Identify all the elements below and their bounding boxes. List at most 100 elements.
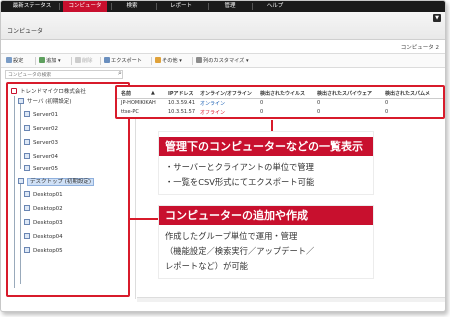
tree-group-label: サーバ (初期設定): [27, 99, 72, 105]
column-header-spyware[interactable]: 検出されたスパイウェア: [317, 90, 372, 97]
tree-group-servers[interactable]: サーバ (初期設定): [18, 97, 72, 105]
tree-item-label: Desktop01: [33, 192, 63, 198]
tab-latest-status[interactable]: 最新ステータス: [9, 1, 55, 12]
search-input[interactable]: [6, 72, 122, 79]
delete-label: 削除: [82, 58, 93, 64]
tree-item-label: Desktop03: [33, 220, 63, 226]
column-header-virus[interactable]: 検出されたウイルス: [260, 90, 305, 97]
cell-spyware: 0: [317, 109, 321, 115]
customize-columns-button[interactable]: 列のカスタマイズ ▾: [196, 57, 249, 64]
callout-title: コンピューターの追加や作成: [159, 206, 373, 225]
organization-icon: [11, 88, 17, 94]
desktop-group-icon: [18, 178, 24, 184]
nav-divider: [111, 3, 112, 10]
column-header-name[interactable]: 名前: [121, 90, 131, 97]
collapse-icon[interactable]: ▼: [433, 14, 441, 22]
desktop-icon: [24, 191, 30, 197]
server-icon: [24, 153, 30, 159]
tree-item-desktop[interactable]: Desktop04: [24, 233, 63, 240]
delete-button[interactable]: 削除: [75, 57, 92, 64]
tab-reports[interactable]: レポート: [161, 1, 201, 12]
pane-divider[interactable]: [135, 119, 136, 299]
tree-item-desktop[interactable]: Desktop01: [24, 191, 63, 198]
search-icon[interactable]: ⌕: [118, 69, 127, 78]
add-label: 追加: [46, 58, 57, 64]
toolbar-divider: [192, 57, 193, 65]
tab-help[interactable]: ヘルプ: [257, 1, 293, 12]
tree-root-label: トレンドマイクロ株式会社: [20, 89, 86, 95]
tree-item-label: Desktop04: [33, 234, 63, 240]
cell-name[interactable]: ttse-PC: [121, 109, 139, 115]
export-button[interactable]: エクスポート: [104, 57, 142, 64]
columns-icon: [196, 57, 202, 63]
other-icon: [155, 57, 161, 63]
tree-item-server[interactable]: Server03: [24, 139, 58, 146]
desktop-icon: [24, 205, 30, 211]
cell-status: オンライン: [200, 101, 226, 107]
add-button[interactable]: 追加 ▾: [39, 57, 61, 64]
desktop-icon: [24, 233, 30, 239]
cell-ip: 10.3.59.41: [168, 100, 196, 106]
column-header-ip[interactable]: IPアドレス: [168, 90, 194, 97]
sort-icon[interactable]: ▲: [151, 90, 155, 96]
cell-status: オフライン: [200, 110, 226, 116]
server-icon: [24, 139, 30, 145]
sub-header: コンピュータ 2: [1, 40, 445, 54]
tree-item-server[interactable]: Server01: [24, 111, 58, 118]
settings-button[interactable]: 設定: [6, 57, 23, 64]
callout-text: 作成したグループ単位で運用・管理: [165, 231, 298, 241]
nav-divider: [59, 3, 60, 10]
export-icon: [104, 57, 110, 63]
tree-root[interactable]: トレンドマイクロ株式会社: [11, 87, 86, 95]
tab-computers[interactable]: コンピュータ: [63, 1, 107, 12]
tree-item-desktop[interactable]: Desktop03: [24, 219, 63, 226]
tree-item-server[interactable]: Server02: [24, 125, 58, 132]
column-header-spam[interactable]: 検出されたスパムメ: [385, 90, 430, 97]
callout-text: ・サーバーとクライアントの単位で管理: [165, 162, 314, 172]
column-header-status[interactable]: オンライン/オフライン: [200, 90, 252, 97]
tree-line: [20, 184, 21, 284]
computer-table: 名前 ▲ IPアドレス オンライン/オフライン 検出されたウイルス 検出されたス…: [115, 85, 445, 119]
tree-item-label: Server03: [33, 140, 59, 146]
callout-title: 管理下のコンピューターなどの一覧表示: [159, 137, 373, 156]
server-group-icon: [18, 98, 24, 104]
server-icon: [24, 111, 30, 117]
tree-group-label: デスクトップ (初期設定): [27, 178, 95, 186]
server-icon: [24, 165, 30, 171]
tree-item-server[interactable]: Server05: [24, 165, 58, 172]
delete-icon: [75, 57, 81, 63]
tab-search[interactable]: 検索: [114, 1, 150, 12]
tree-item-desktop[interactable]: Desktop02: [24, 205, 63, 212]
callout-list-display: 管理下のコンピューターなどの一覧表示 ・サーバーとクライアントの単位で管理 ・一…: [159, 132, 373, 194]
page-header: コンピュータ ▼: [1, 12, 445, 40]
toolbar-divider: [151, 57, 152, 65]
customize-columns-label: 列のカスタマイズ: [203, 58, 245, 64]
cell-virus: 0: [260, 109, 264, 115]
nav-divider: [156, 3, 157, 10]
callout-text: レポートなど）が可能: [165, 261, 248, 271]
cell-ip: 10.3.51.57: [168, 109, 196, 115]
tree-item-desktop[interactable]: Desktop05: [24, 247, 63, 254]
nav-divider: [252, 3, 253, 10]
toolbar: 設定 追加 ▾ 削除 エクスポート その他 ▾ 列のカスタマイズ ▾: [1, 54, 445, 68]
toolbar-divider: [35, 57, 36, 65]
computer-tree: トレンドマイクロ株式会社 サーバ (初期設定) Server01 Server0…: [6, 82, 130, 297]
tree-item-label: Server05: [33, 166, 59, 172]
nav-divider: [208, 3, 209, 10]
horizontal-scrollbar[interactable]: [137, 297, 445, 302]
cell-spam: 0: [385, 109, 389, 115]
tree-line: [20, 104, 21, 169]
tab-admin[interactable]: 管理: [213, 1, 247, 12]
cell-name[interactable]: JP-HOMIKIKAH: [121, 100, 156, 106]
desktop-icon: [24, 219, 30, 225]
callout-text: ・一覧をCSV形式にてエクスポート可能: [165, 177, 315, 187]
header-divider: [117, 98, 443, 99]
search-field[interactable]: [5, 70, 123, 79]
tree-item-server[interactable]: Server04: [24, 153, 58, 160]
breadcrumb: コンピュータ 2: [400, 45, 439, 51]
other-button[interactable]: その他 ▾: [155, 57, 182, 64]
tree-group-desktops[interactable]: デスクトップ (初期設定): [18, 177, 95, 186]
settings-icon: [6, 57, 12, 63]
tree-line: [14, 96, 15, 288]
add-icon: [39, 57, 45, 63]
